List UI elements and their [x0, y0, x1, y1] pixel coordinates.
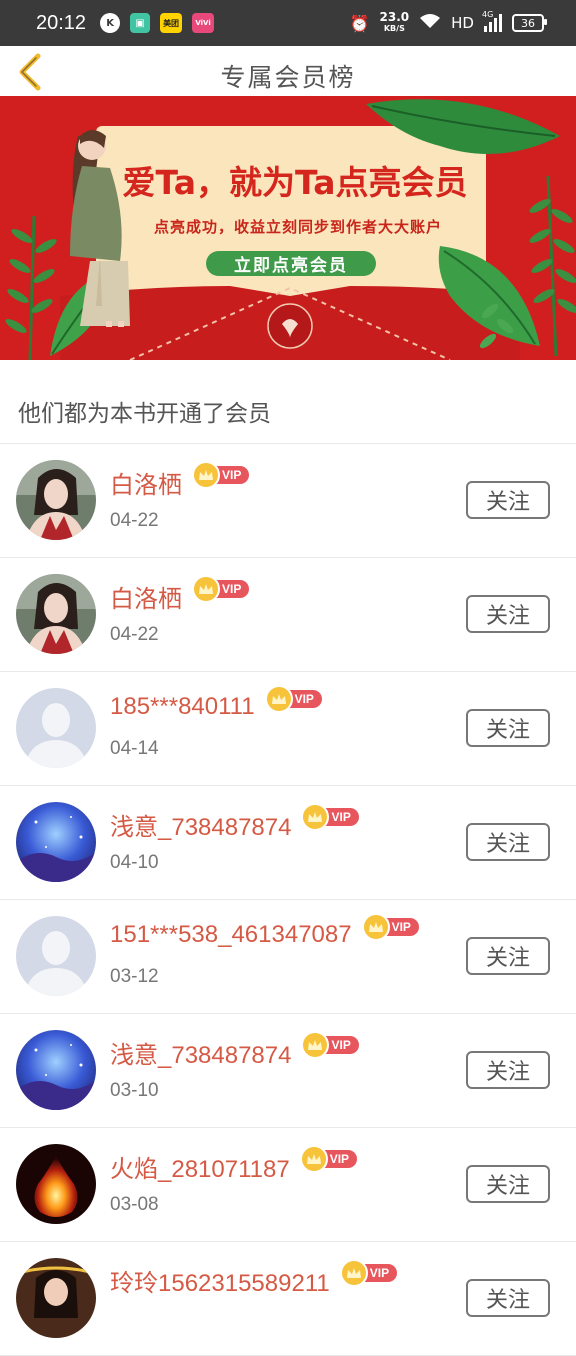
status-app-icons: K ▣ 美团 ViVi [100, 13, 215, 33]
speed-value: 23.0 [379, 10, 410, 24]
vip-badge: VIP [192, 574, 250, 603]
crown-icon [192, 460, 220, 489]
avatar[interactable] [16, 574, 96, 654]
member-date: 04-22 [110, 624, 159, 645]
member-name-text: 白洛栖 [110, 472, 182, 499]
list-item[interactable]: 白洛栖 VIP 04-22 关注 [0, 558, 576, 672]
member-name-text: 浅意_738487874 [110, 814, 292, 841]
member-date: 04-10 [110, 852, 159, 873]
member-name-text: 白洛栖 [110, 586, 182, 613]
avatar[interactable] [16, 460, 96, 540]
list-item[interactable]: 玲玲1562315589211 VIP 关注 [0, 1242, 576, 1356]
alarm-icon: ⏰ [349, 13, 370, 33]
signal-type: 4G [482, 10, 494, 19]
member-name-text: 玲玲1562315589211 [110, 1270, 330, 1297]
member-list: 白洛栖 VIP 04-22 关注 白洛栖 VIP 04-22 关注 185***… [0, 444, 576, 1356]
page-title: 专属会员榜 [220, 63, 356, 92]
meituan-icon: 美团 [160, 13, 183, 33]
list-item[interactable]: 185***840111 VIP 04-14 关注 [0, 672, 576, 786]
status-right: ⏰ 23.0 KB/S HD 4G 36 [349, 0, 547, 46]
promo-banner[interactable]: 爱Ta，就为Ta点亮会员 点亮成功，收益立刻同步到作者大大账户 立即点亮会员 [0, 96, 576, 360]
follow-button[interactable]: 关注 [466, 1051, 550, 1089]
list-item[interactable]: 火焰_281071187 VIP 03-08 关注 [0, 1128, 576, 1242]
light-up-member-button[interactable]: 立即点亮会员 [206, 251, 376, 276]
avatar[interactable] [16, 916, 96, 996]
follow-button[interactable]: 关注 [466, 1279, 550, 1317]
follow-button[interactable]: 关注 [466, 937, 550, 975]
list-item[interactable]: 白洛栖 VIP 04-22 关注 [0, 444, 576, 558]
wifi-icon [419, 13, 441, 33]
vip-badge: VIP [192, 460, 250, 489]
list-item[interactable]: 浅意_738487874 VIP 03-10 关注 [0, 1014, 576, 1128]
crown-icon [339, 1258, 368, 1287]
vip-badge: VIP [339, 1258, 398, 1287]
member-date: 03-12 [110, 966, 159, 987]
member-name-text: 火焰_281071187 [110, 1156, 290, 1183]
member-date: 04-22 [110, 510, 159, 531]
signal-icon: 4G [482, 10, 502, 32]
avatar[interactable] [16, 1030, 96, 1110]
follow-button[interactable]: 关注 [466, 709, 550, 747]
member-name[interactable]: 151***538_461347087 VIP [110, 913, 419, 949]
battery-icon: 36 [512, 14, 547, 32]
avatar[interactable] [16, 688, 96, 768]
avatar[interactable] [16, 1258, 96, 1338]
member-name-text: 151***538_461347087 [110, 921, 352, 948]
vip-badge: VIP [301, 1030, 359, 1059]
crown-icon [301, 1030, 330, 1059]
list-item[interactable]: 151***538_461347087 VIP 03-12 关注 [0, 900, 576, 1014]
vip-badge: VIP [361, 913, 419, 941]
banner-subtitle: 点亮成功，收益立刻同步到作者大大账户 [153, 218, 442, 236]
avatar[interactable] [16, 802, 96, 882]
member-name-text: 185***840111 [110, 693, 255, 720]
speed-unit: KB/S [383, 24, 405, 33]
member-date: 04-14 [110, 738, 159, 759]
follow-button[interactable]: 关注 [466, 595, 550, 633]
vip-badge: VIP [301, 802, 359, 831]
banner-title: 爱Ta，就为Ta点亮会员 [122, 163, 468, 202]
member-name[interactable]: 白洛栖 VIP [110, 574, 250, 614]
status-time: 20:12 [36, 11, 87, 34]
vip-badge: VIP [264, 685, 322, 713]
list-item[interactable]: 浅意_738487874 VIP 04-10 关注 [0, 786, 576, 900]
member-name[interactable]: 浅意_738487874 VIP [110, 1030, 359, 1070]
member-name[interactable]: 白洛栖 VIP [110, 460, 250, 500]
member-name[interactable]: 火焰_281071187 VIP [110, 1144, 358, 1184]
member-name[interactable]: 玲玲1562315589211 VIP [110, 1258, 398, 1298]
member-name[interactable]: 185***840111 VIP [110, 685, 322, 721]
crown-icon [299, 1144, 328, 1173]
member-name[interactable]: 浅意_738487874 VIP [110, 802, 359, 842]
follow-button[interactable]: 关注 [466, 823, 550, 861]
crown-icon [361, 913, 390, 941]
follow-button[interactable]: 关注 [466, 481, 550, 519]
member-name-text: 浅意_738487874 [110, 1042, 292, 1069]
avatar[interactable] [16, 1144, 96, 1224]
section-title: 他们都为本书开通了会员 [18, 401, 271, 427]
vip-badge: VIP [299, 1144, 358, 1173]
crown-icon [264, 685, 293, 713]
network-speed: 23.0 KB/S [379, 10, 410, 34]
gift-app-icon: ▣ [130, 13, 151, 33]
k-icon: K [100, 13, 121, 33]
nav-header: 专属会员榜 [0, 46, 576, 96]
member-date: 03-08 [110, 1194, 159, 1215]
status-bar: 20:12 K ▣ 美团 ViVi ⏰ 23.0 KB/S HD 4G 36 [0, 0, 576, 46]
member-date: 03-10 [110, 1080, 159, 1101]
crown-icon [301, 802, 330, 831]
crown-icon [192, 574, 220, 603]
vivo-icon: ViVi [192, 13, 215, 33]
follow-button[interactable]: 关注 [466, 1165, 550, 1203]
hd-indicator: HD [451, 14, 474, 32]
